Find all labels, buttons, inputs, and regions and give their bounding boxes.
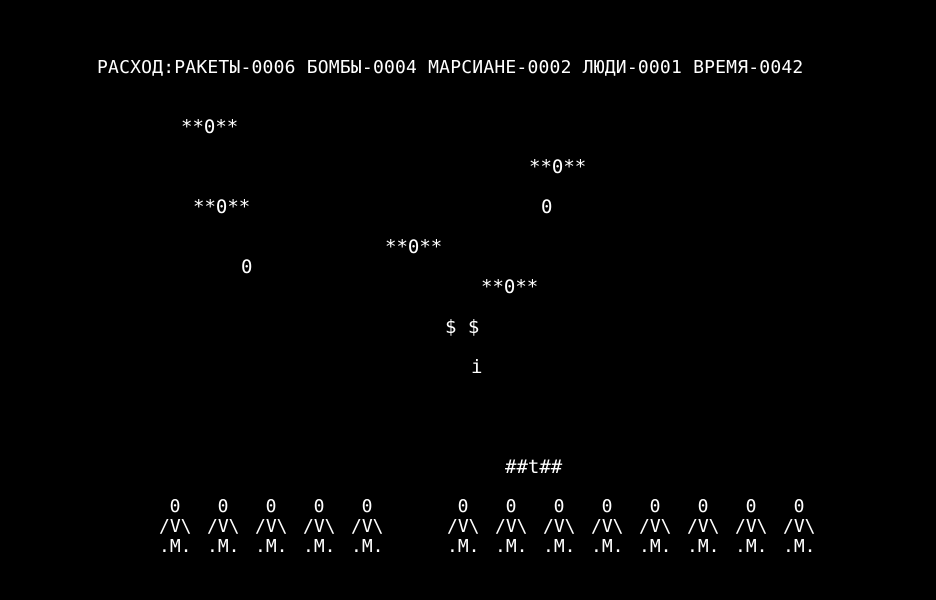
human-figure: 0/V\ .M. bbox=[255, 496, 288, 557]
human-figure: 0/V\ .M. bbox=[543, 496, 576, 557]
player-rocket: $ $ bbox=[445, 316, 480, 338]
status-time: ВРЕМЯ-0042 bbox=[693, 57, 804, 78]
human-figure: 0/V\ .M. bbox=[687, 496, 720, 557]
human-body: /V\ bbox=[303, 516, 336, 537]
martian-ship: **0** bbox=[529, 156, 587, 178]
human-legs: .M. bbox=[351, 536, 384, 557]
human-head: 0 bbox=[313, 496, 325, 517]
status-bar: РАСХОД:РАКЕТЫ-0006 БОМБЫ-0004 МАРСИАНЕ-0… bbox=[97, 58, 803, 78]
human-legs: .M. bbox=[207, 536, 240, 557]
status-martians: МАРСИАНЕ-0002 bbox=[428, 57, 572, 78]
human-body: /V\ bbox=[447, 516, 480, 537]
human-head: 0 bbox=[217, 496, 229, 517]
human-figure: 0/V\ .M. bbox=[735, 496, 768, 557]
human-figure: 0/V\ .M. bbox=[303, 496, 336, 557]
game-screen: РАСХОД:РАКЕТЫ-0006 БОМБЫ-0004 МАРСИАНЕ-0… bbox=[0, 0, 936, 600]
human-body: /V\ bbox=[351, 516, 384, 537]
human-figure: 0/V\ .M. bbox=[591, 496, 624, 557]
human-body: /V\ bbox=[159, 516, 192, 537]
human-legs: .M. bbox=[447, 536, 480, 557]
human-body: /V\ bbox=[639, 516, 672, 537]
human-figure: 0/V\ .M. bbox=[351, 496, 384, 557]
human-figure: 0/V\ .M. bbox=[639, 496, 672, 557]
human-head: 0 bbox=[697, 496, 709, 517]
martian-ship: **0** bbox=[181, 116, 239, 138]
human-legs: .M. bbox=[735, 536, 768, 557]
human-legs: .M. bbox=[303, 536, 336, 557]
human-head: 0 bbox=[553, 496, 565, 517]
falling-bomb: 0 bbox=[241, 256, 253, 278]
player-shot: i bbox=[471, 356, 483, 378]
human-head: 0 bbox=[793, 496, 805, 517]
human-body: /V\ bbox=[495, 516, 528, 537]
launcher: ##t## bbox=[505, 456, 563, 478]
human-figure: 0/V\ .M. bbox=[207, 496, 240, 557]
human-body: /V\ bbox=[591, 516, 624, 537]
human-head: 0 bbox=[649, 496, 661, 517]
martian-ship: **0** bbox=[193, 196, 251, 218]
human-legs: .M. bbox=[639, 536, 672, 557]
human-head: 0 bbox=[457, 496, 469, 517]
human-body: /V\ bbox=[543, 516, 576, 537]
status-label: РАСХОД: bbox=[97, 57, 175, 78]
status-people: ЛЮДИ-0001 bbox=[582, 57, 683, 78]
human-head: 0 bbox=[265, 496, 277, 517]
martian-ship: **0** bbox=[385, 236, 443, 258]
human-body: /V\ bbox=[255, 516, 288, 537]
status-rockets: РАКЕТЫ-0006 bbox=[174, 57, 296, 78]
human-legs: .M. bbox=[255, 536, 288, 557]
human-legs: .M. bbox=[159, 536, 192, 557]
human-body: /V\ bbox=[783, 516, 816, 537]
human-figure: 0/V\ .M. bbox=[447, 496, 480, 557]
falling-bomb: 0 bbox=[541, 196, 553, 218]
human-legs: .M. bbox=[543, 536, 576, 557]
human-figure: 0/V\ .M. bbox=[783, 496, 816, 557]
human-figure: 0/V\ .M. bbox=[495, 496, 528, 557]
human-legs: .M. bbox=[591, 536, 624, 557]
human-legs: .M. bbox=[783, 536, 816, 557]
human-head: 0 bbox=[745, 496, 757, 517]
human-head: 0 bbox=[505, 496, 517, 517]
human-body: /V\ bbox=[207, 516, 240, 537]
human-head: 0 bbox=[601, 496, 613, 517]
human-legs: .M. bbox=[687, 536, 720, 557]
human-head: 0 bbox=[169, 496, 181, 517]
human-body: /V\ bbox=[687, 516, 720, 537]
human-head: 0 bbox=[361, 496, 373, 517]
human-body: /V\ bbox=[735, 516, 768, 537]
status-bombs: БОМБЫ-0004 bbox=[306, 57, 418, 78]
human-figure: 0/V\ .M. bbox=[159, 496, 192, 557]
martian-ship: **0** bbox=[481, 276, 539, 298]
human-legs: .M. bbox=[495, 536, 528, 557]
